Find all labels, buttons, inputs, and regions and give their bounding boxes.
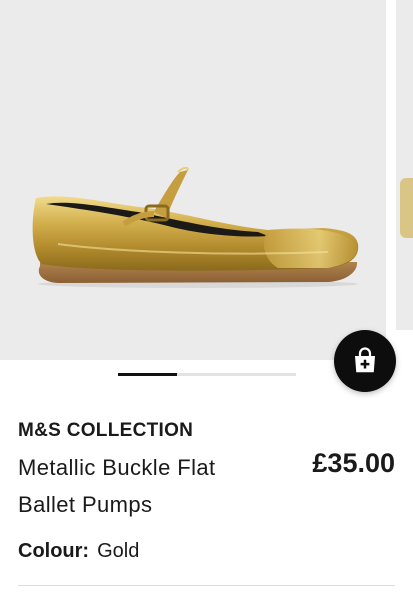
- product-image-gallery[interactable]: [0, 0, 413, 360]
- gallery-pagination-active: [118, 373, 177, 376]
- shopping-bag-plus-icon: [355, 347, 375, 373]
- colour-label: Colour:: [18, 540, 90, 562]
- gallery-pagination: [118, 373, 296, 376]
- product-image-next-slide[interactable]: [396, 0, 413, 330]
- section-divider: [18, 585, 395, 586]
- colour-value: Gold: [97, 540, 140, 562]
- product-brand: M&S COLLECTION: [18, 420, 194, 441]
- product-colour: Colour: Gold: [18, 540, 139, 563]
- next-slide-preview: [400, 178, 413, 238]
- product-image-slide[interactable]: [0, 0, 386, 360]
- add-to-bag-button[interactable]: [334, 330, 396, 392]
- product-image: [32, 166, 359, 288]
- product-price: £35.00: [312, 448, 395, 478]
- product-title: Metallic Buckle Flat Ballet Pumps: [18, 455, 216, 517]
